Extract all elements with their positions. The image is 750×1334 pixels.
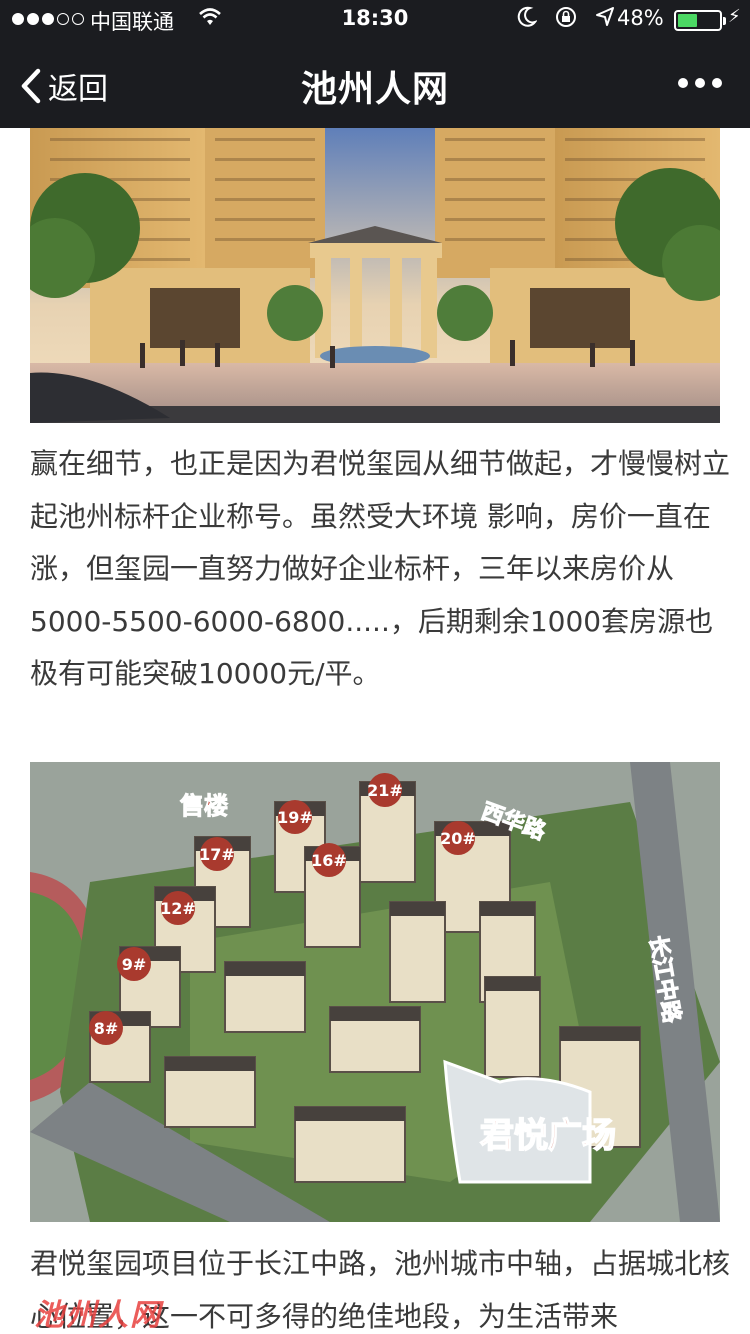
status-bar: 中国联通 18:30 48% ⚡ bbox=[0, 0, 750, 40]
ellipsis-icon[interactable] bbox=[678, 78, 722, 88]
moon-icon bbox=[517, 6, 538, 33]
building-label: 8# bbox=[94, 1019, 119, 1038]
watermark: 池州人网 bbox=[34, 1298, 162, 1333]
page-title: 池州人网 bbox=[300, 69, 449, 110]
article-paragraph: 赢在细节，也正是因为君悦玺园从细节做起，才慢慢树立起池州标杆企业称号。虽然受大环… bbox=[30, 447, 731, 690]
building-label: 12# bbox=[160, 899, 196, 918]
building-label: 20# bbox=[440, 829, 476, 848]
charging-icon: ⚡ bbox=[728, 6, 741, 27]
battery-percent: 48% bbox=[617, 6, 664, 30]
building-label: 19# bbox=[277, 808, 313, 827]
nav-bar: 返回 池州人网 bbox=[0, 40, 750, 128]
building-label: 17# bbox=[199, 845, 235, 864]
site-aerial-image: 21# 19# 17# 16# 20# 12# 9# 8# 售楼 西华路 长江中… bbox=[30, 762, 720, 1222]
sales-office-label: 售楼 bbox=[180, 792, 228, 820]
residential-entrance-image bbox=[30, 128, 720, 423]
building-label: 21# bbox=[367, 781, 403, 800]
top-bar: 中国联通 18:30 48% ⚡ 返回 池州人网 bbox=[0, 0, 750, 128]
rotation-lock-icon bbox=[555, 6, 577, 33]
building-label: 16# bbox=[311, 851, 347, 870]
building-label: 9# bbox=[122, 955, 147, 974]
battery-icon bbox=[674, 10, 726, 31]
plaza-label: 君悦广场 bbox=[480, 1116, 616, 1156]
location-icon bbox=[595, 6, 615, 33]
